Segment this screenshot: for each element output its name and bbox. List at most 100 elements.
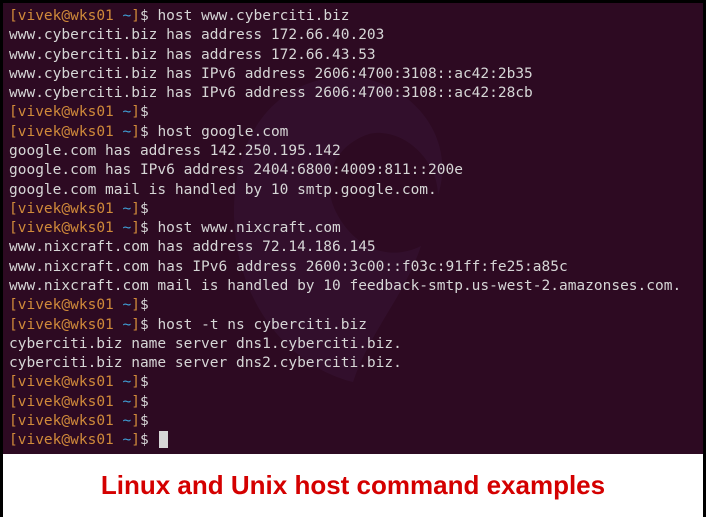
bracket-open: [: [9, 432, 18, 448]
prompt-user: vivek: [18, 124, 62, 140]
bracket-open: [: [9, 8, 18, 24]
prompt-dollar: $: [140, 220, 157, 236]
caption-banner: Linux and Unix host command examples: [3, 454, 703, 517]
output-text: cyberciti.biz name server dns2.cyberciti…: [9, 355, 402, 371]
bracket-open: [: [9, 413, 18, 429]
prompt-line: [vivek@wks01 ~]$ host -t ns cyberciti.bi…: [9, 316, 697, 335]
output-line: google.com has IPv6 address 2404:6800:40…: [9, 161, 697, 180]
prompt-host: wks01: [70, 297, 114, 313]
prompt-at: @: [61, 297, 70, 313]
prompt-at: @: [61, 8, 70, 24]
prompt-user: vivek: [18, 432, 62, 448]
prompt-path: ~: [114, 201, 131, 217]
prompt-dollar: $: [140, 374, 157, 390]
bracket-close: ]: [131, 124, 140, 140]
prompt-line: [vivek@wks01 ~]$: [9, 431, 697, 450]
prompt-host: wks01: [70, 374, 114, 390]
bracket-close: ]: [131, 8, 140, 24]
prompt-at: @: [61, 124, 70, 140]
bracket-open: [: [9, 394, 18, 410]
bracket-close: ]: [131, 220, 140, 236]
prompt-line: [vivek@wks01 ~]$ host www.cyberciti.biz: [9, 7, 697, 26]
output-line: www.nixcraft.com has IPv6 address 2600:3…: [9, 258, 697, 277]
prompt-at: @: [61, 104, 70, 120]
prompt-host: wks01: [70, 104, 114, 120]
output-text: www.nixcraft.com has IPv6 address 2600:3…: [9, 259, 568, 275]
output-text: www.cyberciti.biz has address 172.66.40.…: [9, 27, 384, 43]
bracket-open: [: [9, 104, 18, 120]
bracket-close: ]: [131, 297, 140, 313]
prompt-user: vivek: [18, 297, 62, 313]
prompt-user: vivek: [18, 104, 62, 120]
prompt-host: wks01: [70, 432, 114, 448]
output-text: www.cyberciti.biz has IPv6 address 2606:…: [9, 85, 533, 101]
prompt-line: [vivek@wks01 ~]$: [9, 103, 697, 122]
output-text: www.nixcraft.com mail is handled by 10 f…: [9, 278, 681, 294]
prompt-host: wks01: [70, 8, 114, 24]
prompt-host: wks01: [70, 201, 114, 217]
prompt-user: vivek: [18, 317, 62, 333]
bracket-close: ]: [131, 374, 140, 390]
prompt-line: [vivek@wks01 ~]$ host google.com: [9, 123, 697, 142]
prompt-at: @: [61, 220, 70, 236]
prompt-dollar: $: [140, 432, 157, 448]
prompt-path: ~: [114, 297, 131, 313]
prompt-host: wks01: [70, 413, 114, 429]
output-text: google.com mail is handled by 10 smtp.go…: [9, 182, 437, 198]
output-line: www.nixcraft.com has address 72.14.186.1…: [9, 238, 697, 257]
output-line: www.cyberciti.biz has address 172.66.43.…: [9, 46, 697, 65]
prompt-user: vivek: [18, 374, 62, 390]
prompt-path: ~: [114, 394, 131, 410]
prompt-path: ~: [114, 374, 131, 390]
prompt-line: [vivek@wks01 ~]$: [9, 393, 697, 412]
output-text: google.com has address 142.250.195.142: [9, 143, 341, 159]
prompt-dollar: $: [140, 317, 157, 333]
prompt-path: ~: [114, 220, 131, 236]
prompt-line: [vivek@wks01 ~]$ host www.nixcraft.com: [9, 219, 697, 238]
prompt-dollar: $: [140, 413, 157, 429]
prompt-dollar: $: [140, 297, 157, 313]
prompt-path: ~: [114, 104, 131, 120]
output-text: www.cyberciti.biz has address 172.66.43.…: [9, 47, 376, 63]
prompt-at: @: [61, 317, 70, 333]
prompt-line: [vivek@wks01 ~]$: [9, 296, 697, 315]
output-line: cyberciti.biz name server dns2.cyberciti…: [9, 354, 697, 373]
prompt-dollar: $: [140, 8, 157, 24]
output-line: www.cyberciti.biz has IPv6 address 2606:…: [9, 65, 697, 84]
prompt-at: @: [61, 374, 70, 390]
prompt-dollar: $: [140, 124, 157, 140]
prompt-dollar: $: [140, 104, 157, 120]
prompt-dollar: $: [140, 201, 157, 217]
prompt-dollar: $: [140, 394, 157, 410]
prompt-host: wks01: [70, 317, 114, 333]
prompt-at: @: [61, 201, 70, 217]
output-line: cyberciti.biz name server dns1.cyberciti…: [9, 335, 697, 354]
command-text: host www.nixcraft.com: [157, 220, 340, 236]
terminal-window[interactable]: [vivek@wks01 ~]$ host www.cyberciti.bizw…: [3, 3, 703, 454]
bracket-open: [: [9, 124, 18, 140]
prompt-user: vivek: [18, 220, 62, 236]
prompt-at: @: [61, 432, 70, 448]
prompt-line: [vivek@wks01 ~]$: [9, 412, 697, 431]
output-line: google.com has address 142.250.195.142: [9, 142, 697, 161]
prompt-path: ~: [114, 413, 131, 429]
bracket-open: [: [9, 201, 18, 217]
prompt-path: ~: [114, 317, 131, 333]
output-line: www.cyberciti.biz has address 172.66.40.…: [9, 26, 697, 45]
prompt-host: wks01: [70, 124, 114, 140]
bracket-close: ]: [131, 317, 140, 333]
command-text: host www.cyberciti.biz: [157, 8, 349, 24]
bracket-close: ]: [131, 413, 140, 429]
command-text: host -t ns cyberciti.biz: [157, 317, 367, 333]
output-line: www.nixcraft.com mail is handled by 10 f…: [9, 277, 697, 296]
prompt-user: vivek: [18, 394, 62, 410]
prompt-user: vivek: [18, 201, 62, 217]
output-text: google.com has IPv6 address 2404:6800:40…: [9, 162, 463, 178]
prompt-at: @: [61, 394, 70, 410]
cursor-icon: [159, 431, 168, 448]
prompt-user: vivek: [18, 8, 62, 24]
output-text: www.nixcraft.com has address 72.14.186.1…: [9, 239, 376, 255]
bracket-open: [: [9, 297, 18, 313]
prompt-path: ~: [114, 8, 131, 24]
prompt-host: wks01: [70, 394, 114, 410]
